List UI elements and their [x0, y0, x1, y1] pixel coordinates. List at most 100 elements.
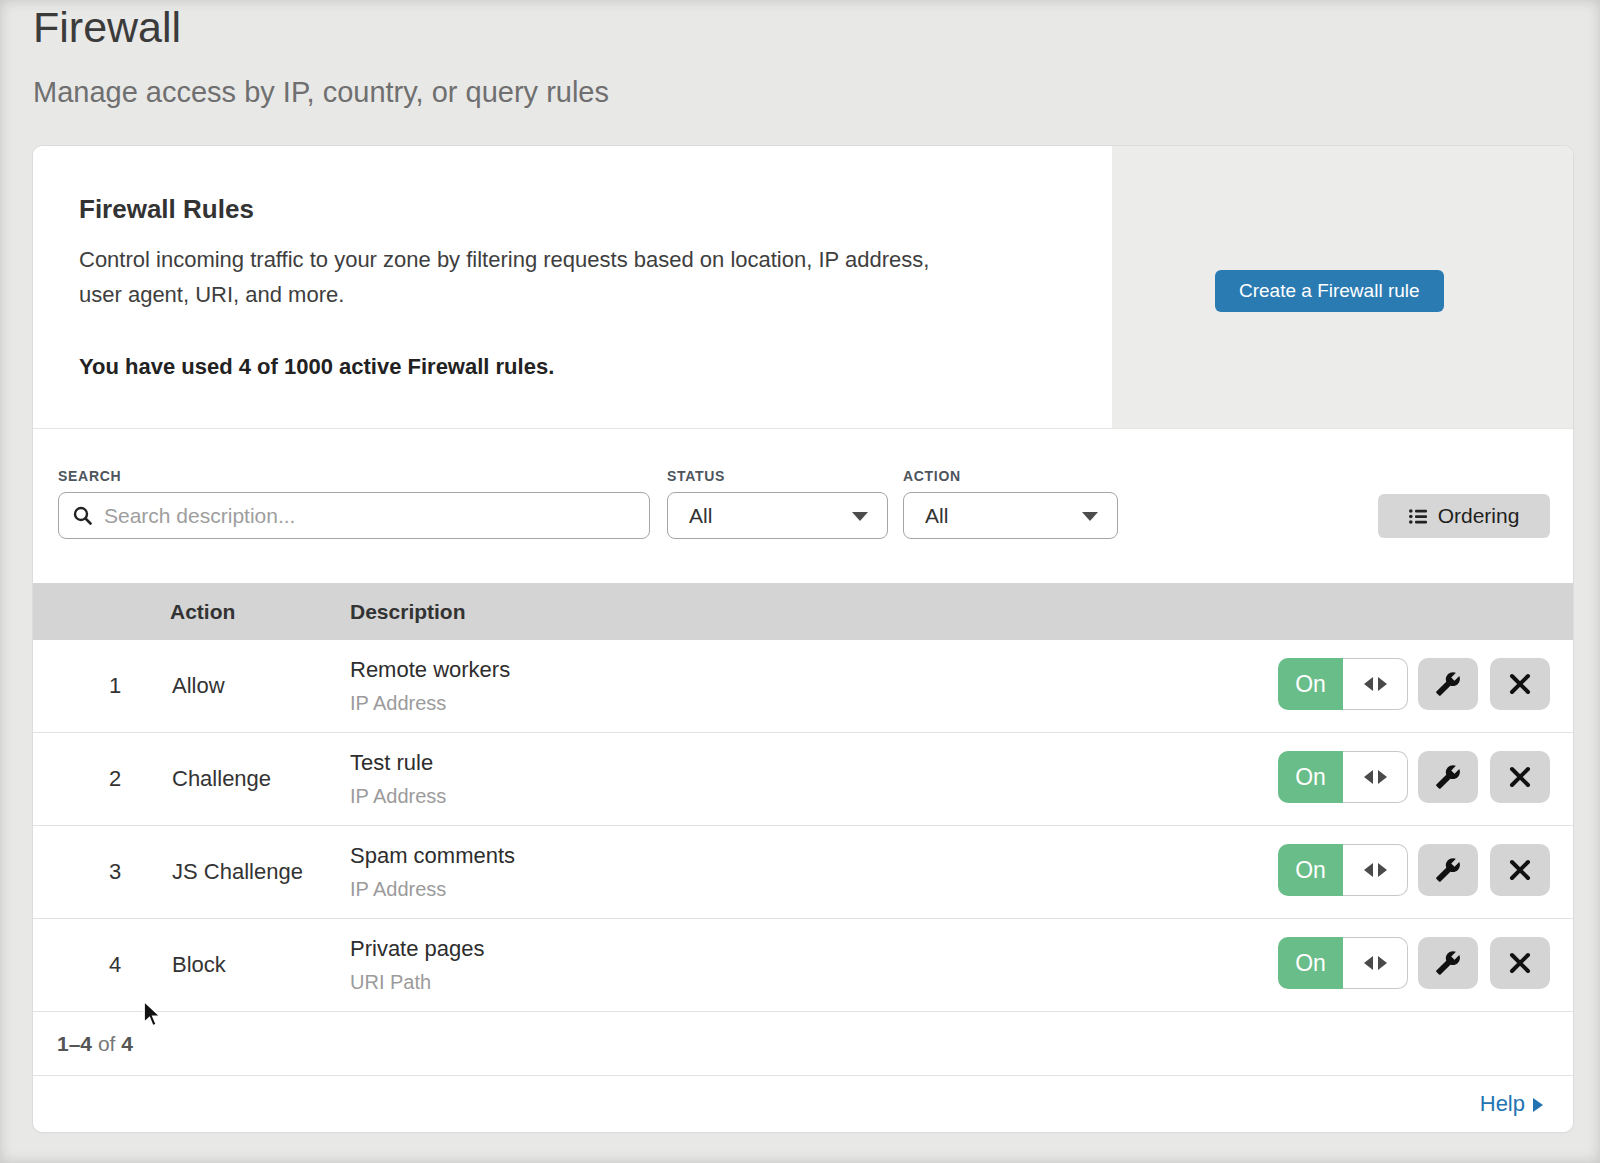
toggle-slider-segment[interactable]: [1343, 844, 1408, 896]
help-link-label: Help: [1480, 1076, 1525, 1132]
rule-action: Allow: [172, 673, 225, 699]
search-icon: [73, 506, 92, 525]
rule-priority: 2: [95, 766, 135, 792]
table-row: 3 JS Challenge Spam comments IP Address …: [33, 826, 1573, 919]
search-label: SEARCH: [58, 469, 121, 483]
delete-rule-button[interactable]: [1490, 751, 1550, 803]
status-select[interactable]: All: [667, 492, 888, 539]
rule-description-block: Remote workers IP Address: [350, 659, 510, 713]
toggle-on-segment[interactable]: On: [1278, 937, 1343, 989]
edit-rule-button[interactable]: [1418, 937, 1478, 989]
rule-description-block: Test rule IP Address: [350, 752, 446, 806]
create-firewall-rule-button[interactable]: Create a Firewall rule: [1215, 270, 1444, 312]
toggle-right-arrow-icon: [1378, 863, 1387, 877]
edit-rule-button[interactable]: [1418, 844, 1478, 896]
ordering-button[interactable]: Ordering: [1378, 494, 1550, 538]
rules-usage: You have used 4 of 1000 active Firewall …: [79, 356, 554, 378]
action-label: ACTION: [903, 469, 961, 483]
rule-action: Challenge: [172, 766, 271, 792]
action-select[interactable]: All: [903, 492, 1118, 539]
rule-match-type: IP Address: [350, 786, 446, 806]
pagination-range: 1–4: [57, 1032, 92, 1055]
help-link[interactable]: Help: [1480, 1076, 1543, 1132]
table-row: 1 Allow Remote workers IP Address On: [33, 640, 1573, 733]
toggle-right-arrow-icon: [1378, 956, 1387, 970]
page-subtitle: Manage access by IP, country, or query r…: [33, 78, 609, 107]
toggle-on-segment[interactable]: On: [1278, 658, 1343, 710]
toggle-slider-segment[interactable]: [1343, 658, 1408, 710]
delete-rule-button[interactable]: [1490, 658, 1550, 710]
close-icon: [1508, 858, 1532, 882]
rules-summary-section: Firewall Rules Control incoming traffic …: [33, 146, 1573, 428]
wrench-icon: [1435, 764, 1461, 790]
toggle-on-segment[interactable]: On: [1278, 751, 1343, 803]
close-icon: [1508, 672, 1532, 696]
rule-match-type: URI Path: [350, 972, 485, 992]
rule-description: Remote workers: [350, 659, 510, 681]
create-rule-panel: Create a Firewall rule: [1112, 146, 1573, 428]
toggle-left-arrow-icon: [1364, 956, 1373, 970]
rule-description: Test rule: [350, 752, 446, 774]
search-input[interactable]: [104, 493, 644, 538]
firewall-rules-card: Firewall Rules Control incoming traffic …: [33, 146, 1573, 1132]
arrow-right-icon: [1533, 1098, 1543, 1112]
rule-description: Private pages: [350, 938, 485, 960]
rule-description: Spam comments: [350, 845, 515, 867]
close-icon: [1508, 765, 1532, 789]
chevron-down-icon: [1082, 512, 1098, 521]
pagination: 1–4 of 4: [33, 1012, 1573, 1076]
column-header-description: Description: [350, 583, 466, 640]
rule-action: Block: [172, 952, 226, 978]
edit-rule-button[interactable]: [1418, 658, 1478, 710]
rule-priority: 1: [95, 673, 135, 699]
wrench-icon: [1435, 950, 1461, 976]
pagination-of-text: of: [98, 1032, 116, 1055]
status-select-value: All: [689, 504, 712, 527]
rule-priority: 4: [95, 952, 135, 978]
page-title: Firewall: [33, 6, 181, 49]
delete-rule-button[interactable]: [1490, 937, 1550, 989]
toggle-on-segment[interactable]: On: [1278, 844, 1343, 896]
toggle-left-arrow-icon: [1364, 677, 1373, 691]
toggle-slider-segment[interactable]: [1343, 751, 1408, 803]
rule-match-type: IP Address: [350, 693, 510, 713]
rule-action: JS Challenge: [172, 859, 303, 885]
help-row: Help: [33, 1076, 1573, 1132]
status-label: STATUS: [667, 469, 725, 483]
table-header: Action Description: [33, 583, 1573, 640]
table-row: 2 Challenge Test rule IP Address On: [33, 733, 1573, 826]
toggle-slider-segment[interactable]: [1343, 937, 1408, 989]
rule-enabled-toggle[interactable]: On: [1278, 751, 1408, 803]
table-row: 4 Block Private pages URI Path On: [33, 919, 1573, 1012]
rule-description-block: Private pages URI Path: [350, 938, 485, 992]
rules-description-line1: Control incoming traffic to your zone by…: [79, 242, 929, 277]
ordering-button-label: Ordering: [1438, 504, 1520, 528]
filter-section: SEARCH STATUS ACTION All All Ordering: [33, 428, 1573, 583]
pagination-total: 4: [121, 1032, 133, 1055]
delete-rule-button[interactable]: [1490, 844, 1550, 896]
toggle-left-arrow-icon: [1364, 770, 1373, 784]
close-icon: [1508, 951, 1532, 975]
edit-rule-button[interactable]: [1418, 751, 1478, 803]
action-select-value: All: [925, 504, 948, 527]
rules-description-line2: user agent, URI, and more.: [79, 277, 929, 312]
rules-table-body: 1 Allow Remote workers IP Address On: [33, 640, 1573, 1012]
rule-enabled-toggle[interactable]: On: [1278, 937, 1408, 989]
wrench-icon: [1435, 857, 1461, 883]
mouse-cursor: [142, 1000, 168, 1028]
rule-match-type: IP Address: [350, 879, 515, 899]
search-box: [58, 492, 650, 539]
toggle-right-arrow-icon: [1378, 770, 1387, 784]
rule-priority: 3: [95, 859, 135, 885]
rule-enabled-toggle[interactable]: On: [1278, 844, 1408, 896]
wrench-icon: [1435, 671, 1461, 697]
rules-description: Control incoming traffic to your zone by…: [79, 242, 929, 312]
rule-description-block: Spam comments IP Address: [350, 845, 515, 899]
toggle-left-arrow-icon: [1364, 863, 1373, 877]
chevron-down-icon: [852, 512, 868, 521]
rule-enabled-toggle[interactable]: On: [1278, 658, 1408, 710]
rules-heading: Firewall Rules: [79, 196, 254, 222]
ordered-list-icon: [1409, 509, 1427, 524]
column-header-action: Action: [170, 583, 235, 640]
toggle-right-arrow-icon: [1378, 677, 1387, 691]
